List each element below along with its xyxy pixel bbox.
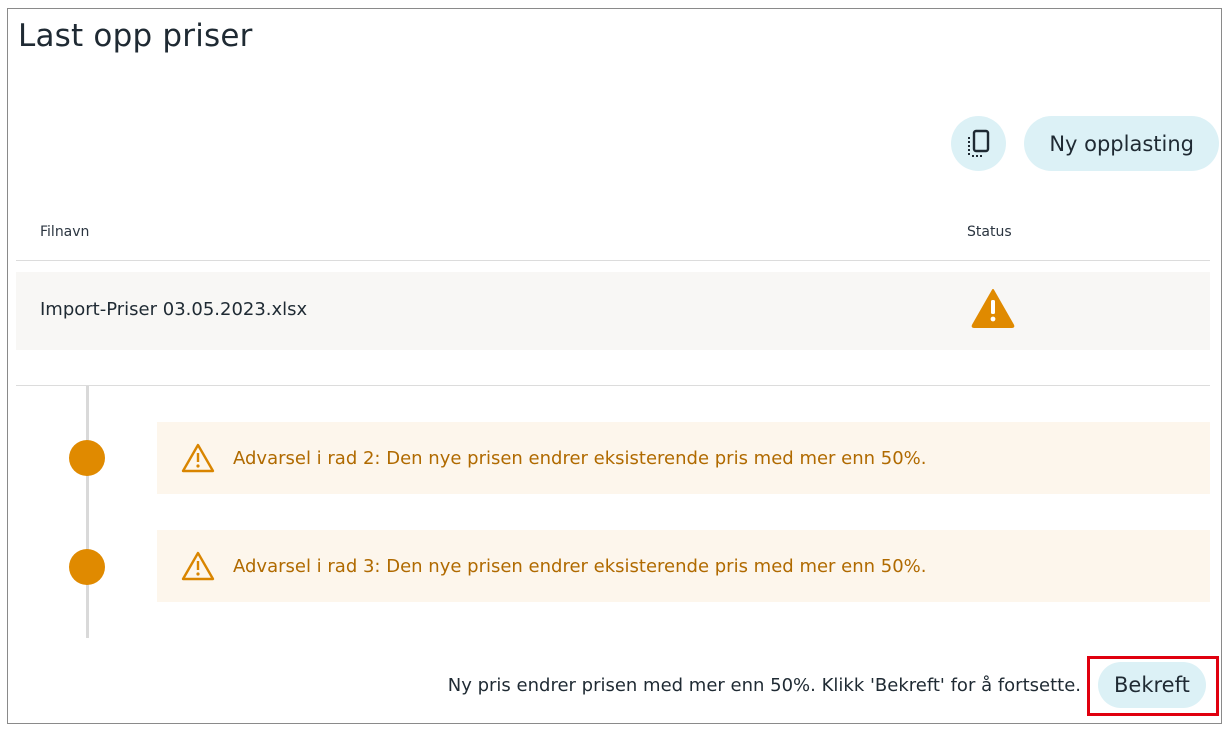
table-row[interactable]: Import-Priser 03.05.2023.xlsx (16, 272, 1210, 350)
table-header: Filnavn Status (16, 220, 1210, 261)
copy-icon (965, 129, 993, 159)
warning-text: Advarsel i rad 2: Den nye prisen endrer … (233, 447, 927, 469)
column-header-status: Status (967, 224, 1012, 240)
new-upload-button[interactable]: Ny opplasting (1024, 116, 1219, 171)
copy-button[interactable] (951, 116, 1007, 171)
timeline-line (86, 386, 89, 638)
timeline-dot (69, 549, 105, 585)
toolbar: Ny opplasting (951, 116, 1219, 171)
file-name: Import-Priser 03.05.2023.xlsx (40, 299, 308, 320)
column-header-filename: Filnavn (40, 224, 90, 240)
confirm-message: Ny pris endrer prisen med mer enn 50%. K… (447, 675, 1081, 696)
warning-message: Advarsel i rad 3: Den nye prisen endrer … (157, 530, 1210, 602)
divider (16, 385, 1210, 386)
warning-message: Advarsel i rad 2: Den nye prisen endrer … (157, 422, 1210, 494)
confirm-button[interactable]: Bekreft (1098, 662, 1206, 708)
warning-outline-icon (181, 551, 215, 581)
warning-triangle-icon (971, 288, 1015, 333)
page-title: Last opp priser (18, 18, 253, 54)
warning-text: Advarsel i rad 3: Den nye prisen endrer … (233, 555, 927, 577)
warning-outline-icon (181, 443, 215, 473)
timeline-dot (69, 440, 105, 476)
